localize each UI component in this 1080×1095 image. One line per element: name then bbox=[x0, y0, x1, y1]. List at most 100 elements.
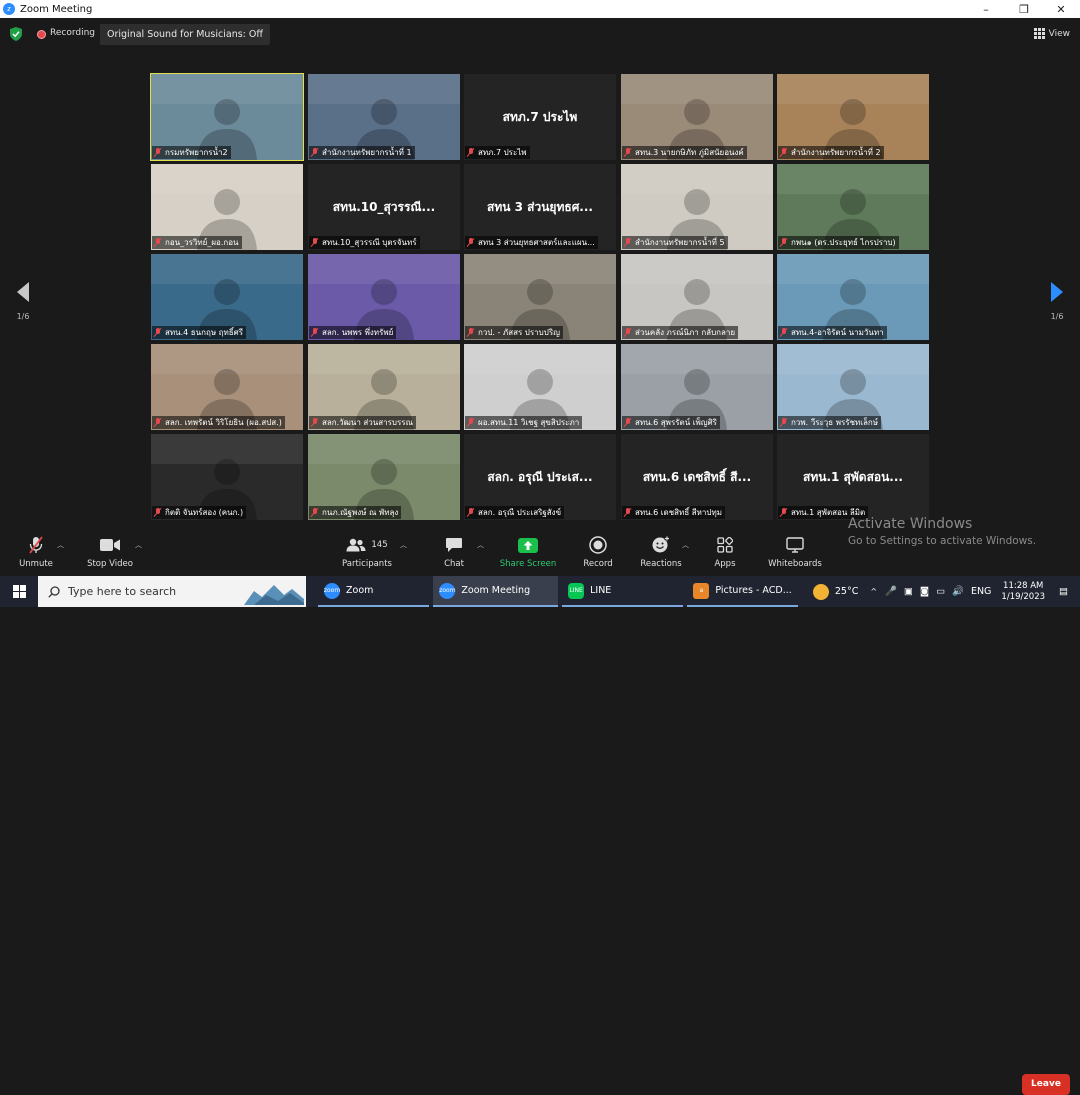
participant-name: สทน.4 ธนกฤษ ฤทธิ์ศรี bbox=[165, 328, 244, 337]
taskbar-zoom-meeting[interactable]: zoom Zoom Meeting bbox=[433, 576, 559, 607]
view-button[interactable]: View bbox=[1033, 28, 1070, 39]
participant-name: กรมทรัพยากรน้ำ2 bbox=[165, 148, 228, 157]
apps-button[interactable]: Apps bbox=[690, 536, 760, 569]
stop-video-button[interactable]: ︿ Stop Video bbox=[75, 536, 145, 569]
mic-muted-icon bbox=[154, 148, 162, 157]
participant-nameplate: สลก. อรุณี ประเสริฐสังข์ bbox=[465, 506, 565, 519]
participant-tile[interactable]: สทน.1 สุพัดสอน... สทน.1 สุพัตสอน ลีมิต bbox=[777, 434, 929, 520]
participants-button[interactable]: 145 ︿ Participants bbox=[332, 536, 407, 569]
participant-tile[interactable]: กรมทรัพยากรน้ำ2 bbox=[150, 73, 304, 161]
participant-tile[interactable]: สทน.4 ธนกฤษ ฤทธิ์ศรี bbox=[151, 254, 303, 340]
participant-nameplate: สลก.วัฒนา ส่วนสารบรรณ bbox=[309, 416, 417, 429]
camera-tray-icon[interactable]: ◙ bbox=[920, 586, 929, 597]
participant-nameplate: กวพ. วีระวุธ พรรัชทเล็กษ์ bbox=[778, 416, 882, 429]
participant-tile[interactable]: สลก. นพพร พึ่งทรัพย์ bbox=[308, 254, 460, 340]
participant-tile[interactable]: สลก. อรุณี ประเส... สลก. อรุณี ประเสริฐสั… bbox=[464, 434, 616, 520]
recording-label[interactable]: Recording bbox=[50, 28, 95, 38]
taskbar-line[interactable]: LINE LINE bbox=[562, 576, 684, 607]
participant-name: สทน.4-อาจิรัตน์ นามวันทา bbox=[791, 328, 884, 337]
participant-tile[interactable]: สทน.4-อาจิรัตน์ นามวันทา bbox=[777, 254, 929, 340]
weather-icon[interactable] bbox=[812, 583, 829, 600]
gallery-grid-icon bbox=[1033, 28, 1045, 39]
record-button[interactable]: Record bbox=[563, 536, 633, 569]
participant-name: สทน 3 ส่วนยุทธศาสตร์และแผน... bbox=[478, 238, 595, 247]
view-label: View bbox=[1048, 28, 1070, 39]
display-tray-icon[interactable]: ▭ bbox=[936, 586, 945, 597]
participant-tile[interactable]: กิตติ จันทร์สอง (คนก.) bbox=[151, 434, 303, 520]
taskbar-search-box[interactable]: Type here to search bbox=[38, 576, 306, 607]
original-sound-toggle[interactable]: Original Sound for Musicians: Off bbox=[100, 24, 270, 45]
participant-tile[interactable]: สทน.6 เดชสิทธิ์ สี... สทน.6 เดชสิทธิ์ สีห… bbox=[621, 434, 773, 520]
volume-icon[interactable]: 🔊 bbox=[952, 586, 964, 597]
taskbar-pictures[interactable]: a Pictures - ACD... bbox=[687, 576, 798, 607]
notification-icon[interactable]: ▤ bbox=[1059, 586, 1068, 597]
taskbar-item-label: Zoom Meeting bbox=[461, 585, 531, 596]
participant-name: สทน.6 เดชสิทธิ์ สีหาปทุม bbox=[635, 508, 723, 517]
temperature[interactable]: 25°C bbox=[835, 586, 858, 597]
participant-tile[interactable]: สทน.10_สุวรรณี... สทน.10_สุวรรณี บุตรจันท… bbox=[308, 164, 460, 250]
participant-name: สำนักงานทรัพยากรน้ำที่ 5 bbox=[635, 238, 725, 247]
participant-tile[interactable]: สำนักงานทรัพยากรน้ำที่ 2 bbox=[777, 74, 929, 160]
start-button[interactable] bbox=[0, 576, 38, 607]
unmute-options-caret-icon[interactable]: ︿ bbox=[57, 540, 64, 550]
participant-tile[interactable]: สทน.6 สุพรรัตน์ เพ็ญศิริ bbox=[621, 344, 773, 430]
participant-tile[interactable]: สทภ.7 ประไพ สทภ.7 ประไพ bbox=[464, 74, 616, 160]
chat-button[interactable]: ︿ Chat bbox=[419, 536, 489, 569]
participants-icon bbox=[346, 538, 366, 552]
minimize-button[interactable]: – bbox=[968, 0, 1004, 18]
participant-nameplate: สำนักงานทรัพยากรน้ำที่ 1 bbox=[309, 146, 415, 159]
previous-page-button[interactable]: 1/6 bbox=[8, 282, 38, 321]
video-camera-icon bbox=[100, 539, 120, 551]
participant-tile[interactable]: กวป. - ภัสสร ปราบปริญ bbox=[464, 254, 616, 340]
participant-tile[interactable]: สทน 3 ส่วนยุทธศ... สทน 3 ส่วนยุทธศาสตร์แล… bbox=[464, 164, 616, 250]
mic-muted-icon bbox=[154, 328, 162, 337]
video-options-caret-icon[interactable]: ︿ bbox=[135, 540, 142, 550]
participant-tile[interactable]: กวพ. วีระวุธ พรรัชทเล็กษ์ bbox=[777, 344, 929, 430]
mic-muted-icon bbox=[467, 328, 475, 337]
participant-tile[interactable]: กอน_วรวิทย์_ผอ.กอน bbox=[151, 164, 303, 250]
participant-tile[interactable]: กพน๑ (ดร.ประยุทธ์ ไกรปราบ) bbox=[777, 164, 929, 250]
mic-muted-icon bbox=[780, 508, 788, 517]
clock[interactable]: 11:28 AM 1/19/2023 bbox=[1001, 581, 1045, 603]
mic-muted-icon bbox=[154, 418, 162, 427]
search-icon bbox=[48, 585, 60, 598]
stop-video-label: Stop Video bbox=[87, 559, 133, 569]
participant-tile[interactable]: สลก. เทพรัตน์ วิริโยธิน (ผอ.สปส.) bbox=[151, 344, 303, 430]
language-indicator[interactable]: ENG bbox=[971, 586, 991, 597]
unmute-button[interactable]: ︿ Unmute bbox=[1, 536, 71, 569]
participant-tile[interactable]: ส่วนคลัง ภรณ์นิภา กลับกลาย bbox=[621, 254, 773, 340]
network-icon[interactable]: ▣ bbox=[904, 586, 913, 597]
participant-tile[interactable]: สำนักงานทรัพยากรน้ำที่ 1 bbox=[308, 74, 460, 160]
close-button[interactable]: ✕ bbox=[1043, 0, 1079, 18]
chat-options-caret-icon[interactable]: ︿ bbox=[477, 540, 484, 550]
share-screen-button[interactable]: Share Screen bbox=[493, 536, 563, 569]
security-shield-icon[interactable] bbox=[10, 27, 22, 41]
microphone-tray-icon[interactable]: 🎤 bbox=[885, 586, 897, 597]
maximize-button[interactable]: ❐ bbox=[1006, 0, 1042, 18]
participant-tile[interactable]: ผอ.สทน.11 วิเชฐ สุขสิประภา bbox=[464, 344, 616, 430]
participant-nameplate: กอน_วรวิทย์_ผอ.กอน bbox=[152, 236, 242, 249]
participant-tile[interactable]: สลก.วัฒนา ส่วนสารบรรณ bbox=[308, 344, 460, 430]
chevron-up-icon[interactable]: ^ bbox=[870, 587, 877, 596]
participant-nameplate: สทน.6 สุพรรัตน์ เพ็ญศิริ bbox=[622, 416, 720, 429]
taskbar-zoom[interactable]: zoom Zoom bbox=[318, 576, 430, 607]
reactions-label: Reactions bbox=[640, 559, 682, 569]
participant-nameplate: ผอ.สทน.11 วิเชฐ สุขสิประภา bbox=[465, 416, 583, 429]
unmute-label: Unmute bbox=[19, 559, 53, 569]
participant-name: สำนักงานทรัพยากรน้ำที่ 1 bbox=[322, 148, 412, 157]
participant-tile[interactable]: สำนักงานทรัพยากรน้ำที่ 5 bbox=[621, 164, 773, 250]
reactions-options-caret-icon[interactable]: ︿ bbox=[682, 540, 689, 550]
whiteboards-button[interactable]: Whiteboards bbox=[760, 536, 830, 569]
reactions-button[interactable]: ︿ Reactions bbox=[626, 536, 696, 569]
leave-button[interactable]: Leave bbox=[1022, 1074, 1070, 1095]
participant-tile[interactable]: สทน.3 นายกษิภัท ภู่มิสนัยอนงค์ bbox=[621, 74, 773, 160]
mic-muted-icon bbox=[154, 238, 162, 247]
participant-tile[interactable]: กนภ.ณัฐพงษ์ ณ พัทลุง bbox=[308, 434, 460, 520]
mic-muted-icon bbox=[624, 328, 632, 337]
zoom-meeting-app-icon: zoom bbox=[439, 582, 456, 599]
next-page-button[interactable]: 1/6 bbox=[1042, 282, 1072, 321]
chat-bubble-icon bbox=[446, 538, 462, 552]
participants-options-caret-icon[interactable]: ︿ bbox=[400, 540, 407, 550]
participant-nameplate: สลก. นพพร พึ่งทรัพย์ bbox=[309, 326, 397, 339]
zoom-window: z Zoom Meeting – ❐ ✕ Recording Original … bbox=[0, 0, 1080, 1095]
